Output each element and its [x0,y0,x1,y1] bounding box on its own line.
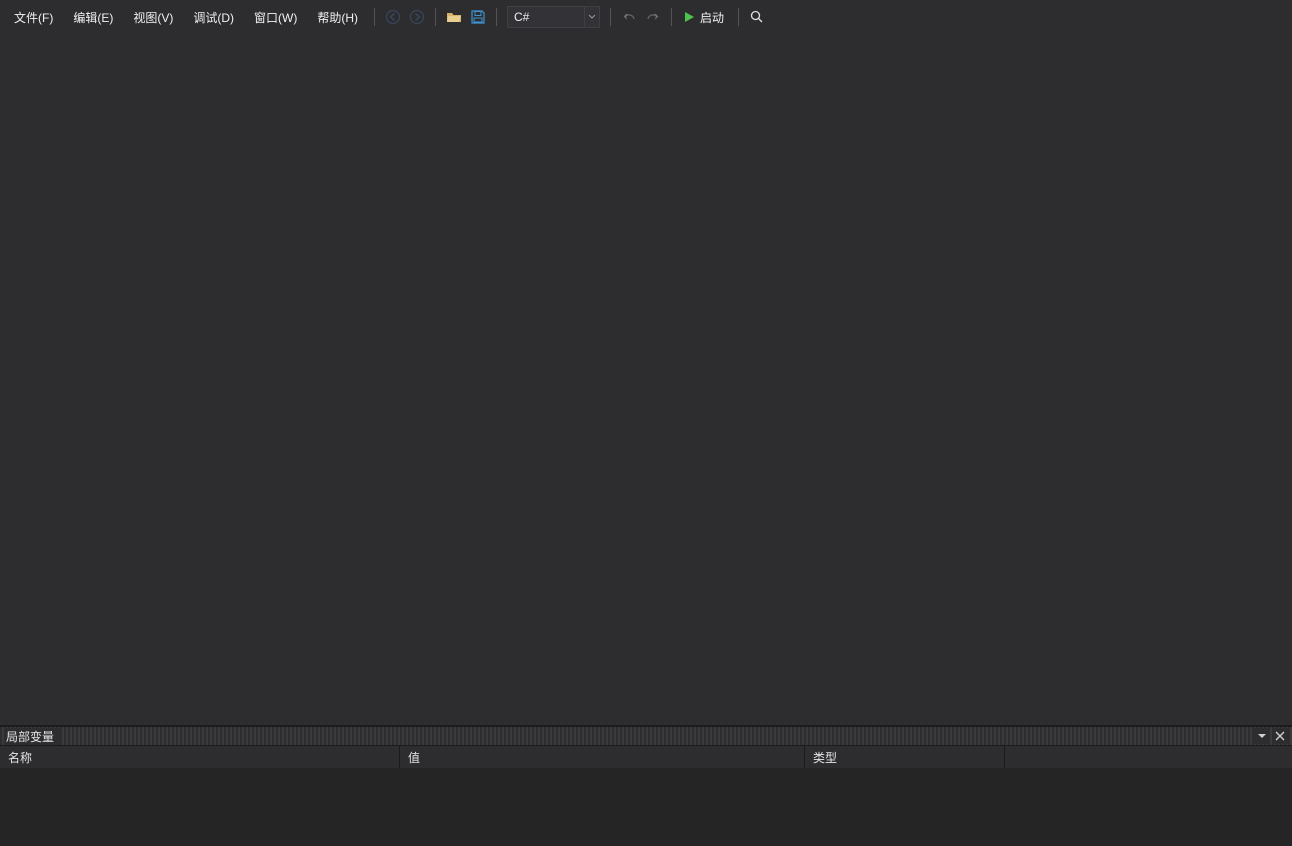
panel-options-button[interactable] [1254,728,1270,744]
column-header-extra[interactable] [1005,746,1292,768]
panel-title: 局部变量 [4,728,60,745]
toolbar-separator [610,8,611,26]
search-button[interactable] [746,6,768,28]
undo-button[interactable] [618,6,640,28]
start-button-label: 启动 [700,9,724,26]
arrow-left-circle-icon [385,9,401,25]
editor-area[interactable] [0,34,1292,725]
menu-view[interactable]: 视图(V) [123,3,183,32]
panel-close-button[interactable] [1272,728,1288,744]
redo-icon [645,9,661,25]
open-file-button[interactable] [443,6,465,28]
column-header-value[interactable]: 值 [400,746,805,768]
language-selector[interactable]: C# [507,6,600,28]
chevron-down-icon [1257,731,1267,741]
column-header-name[interactable]: 名称 [0,746,400,768]
menu-window[interactable]: 窗口(W) [244,3,307,32]
panel-title-bar[interactable]: 局部变量 [0,727,1292,745]
column-header-type[interactable]: 类型 [805,746,1005,768]
close-icon [1275,731,1285,741]
main-menu-toolbar: 文件(F) 编辑(E) 视图(V) 调试(D) 窗口(W) 帮助(H) C# [0,0,1292,34]
locals-panel: 局部变量 名称 值 类型 [0,725,1292,846]
menu-debug[interactable]: 调试(D) [183,3,244,32]
toolbar-separator [738,8,739,26]
toolbar-separator [671,8,672,26]
nav-back-button[interactable] [382,6,404,28]
menu-edit[interactable]: 编辑(E) [63,3,123,32]
start-button[interactable]: 启动 [678,6,732,28]
save-icon [470,9,486,25]
chevron-down-icon [584,7,599,27]
toolbar-separator [496,8,497,26]
menu-file[interactable]: 文件(F) [4,3,63,32]
open-folder-icon [446,9,462,25]
menu-help[interactable]: 帮助(H) [307,3,368,32]
nav-forward-button[interactable] [406,6,428,28]
arrow-right-circle-icon [409,9,425,25]
panel-column-headers: 名称 值 类型 [0,745,1292,768]
toolbar-separator [435,8,436,26]
undo-icon [621,9,637,25]
redo-button[interactable] [642,6,664,28]
save-button[interactable] [467,6,489,28]
search-icon [749,9,765,25]
language-selector-value: C# [508,10,584,24]
toolbar-separator [374,8,375,26]
panel-body[interactable] [0,768,1292,846]
play-icon [682,10,696,24]
